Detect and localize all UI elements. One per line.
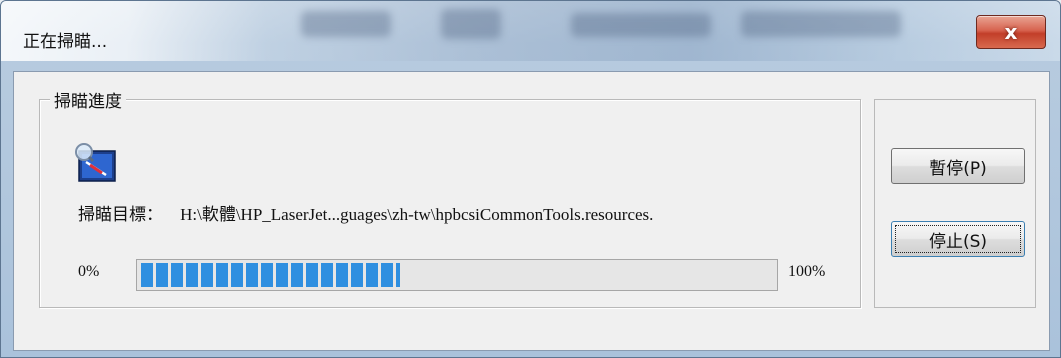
stop-button[interactable]: 停止(S): [891, 221, 1025, 257]
scan-target-row: 掃瞄目標： H:\軟體\HP_LaserJet...guages\zh-tw\h…: [78, 200, 653, 225]
group-legend: 掃瞄進度: [50, 87, 126, 112]
pause-button[interactable]: 暫停(P): [891, 148, 1025, 184]
button-pane: 暫停(P) 停止(S): [874, 99, 1036, 308]
scan-dialog-window: 正在掃瞄... x 掃瞄進度 掃瞄目標： H:\軟體\HP_LaserJet..…: [0, 0, 1061, 358]
progress-fill: [141, 263, 401, 287]
pause-button-label: 暫停(P): [929, 158, 987, 179]
focus-rectangle: [895, 225, 1021, 253]
title-bar[interactable]: 正在掃瞄... x: [1, 1, 1060, 61]
scan-magnifier-icon: [75, 143, 116, 182]
scan-progress-group: 掃瞄進度 掃瞄目標： H:\軟體\HP_LaserJet...guages\zh…: [39, 87, 861, 308]
progress-max-label: 100%: [788, 263, 826, 280]
close-icon: x: [1004, 20, 1018, 44]
background-blur: [441, 9, 501, 39]
background-blur: [301, 11, 391, 37]
scan-progress-bar: [136, 259, 778, 291]
scan-target-path: H:\軟體\HP_LaserJet...guages\zh-tw\hpbcsiC…: [180, 205, 654, 224]
dialog-client-area: 掃瞄進度 掃瞄目標： H:\軟體\HP_LaserJet...guages\zh…: [13, 71, 1050, 351]
background-blur: [571, 13, 711, 37]
window-title: 正在掃瞄...: [23, 32, 108, 52]
close-button[interactable]: x: [976, 15, 1046, 49]
scan-target-label: 掃瞄目標：: [78, 205, 163, 225]
background-blur: [741, 11, 901, 37]
progress-min-label: 0%: [78, 263, 100, 280]
